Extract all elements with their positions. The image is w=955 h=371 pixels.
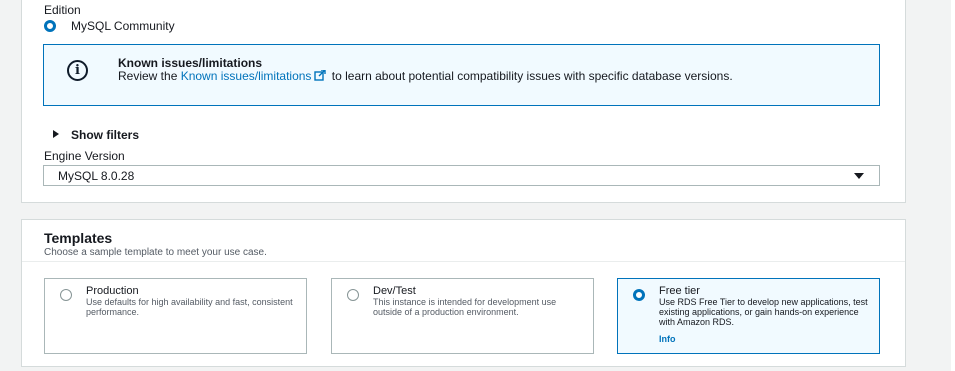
engine-version-label: Engine Version (44, 149, 125, 163)
template-radio-free-tier[interactable] (633, 289, 645, 301)
templates-panel: Templates Choose a sample template to me… (21, 219, 906, 367)
template-title: Dev/Test (373, 285, 416, 297)
template-title: Production (86, 285, 139, 297)
edition-label: Edition (44, 3, 81, 17)
edition-option-label[interactable]: MySQL Community (71, 19, 175, 33)
template-description: Use RDS Free Tier to develop new applica… (659, 297, 868, 327)
engine-options-panel: Edition MySQL Community i Known issues/l… (21, 0, 906, 203)
alert-title: Known issues/limitations (118, 56, 263, 70)
engine-version-select[interactable]: MySQL 8.0.28 (43, 165, 880, 186)
caret-down-icon (854, 173, 864, 179)
template-title: Free tier (659, 285, 700, 297)
external-link-icon[interactable] (314, 70, 327, 81)
template-tile-production[interactable]: Production Use defaults for high availab… (44, 278, 307, 354)
caret-right-icon (53, 130, 59, 138)
alert-body-prefix: Review the (118, 69, 181, 83)
template-radio-production[interactable] (60, 289, 72, 301)
template-description: Use defaults for high availability and f… (86, 297, 293, 317)
known-issues-link[interactable]: Known issues/limitations (181, 69, 312, 83)
edition-radio-mysql-community[interactable] (44, 20, 56, 32)
templates-description: Choose a sample template to meet your us… (44, 247, 267, 258)
known-issues-alert: i Known issues/limitations Review the Kn… (43, 44, 880, 106)
template-description: This instance is intended for developmen… (373, 297, 557, 317)
scrollbar-track[interactable] (951, 0, 955, 371)
engine-version-value: MySQL 8.0.28 (58, 169, 135, 183)
templates-header: Templates Choose a sample template to me… (22, 220, 905, 262)
info-icon: i (67, 60, 88, 81)
template-tile-dev-test[interactable]: Dev/Test This instance is intended for d… (331, 278, 594, 354)
info-link[interactable]: Info (659, 334, 676, 344)
alert-body: Review the Known issues/limitations to l… (118, 69, 848, 83)
show-filters-label: Show filters (71, 128, 140, 142)
alert-body-suffix: to learn about potential compatibility i… (328, 69, 733, 83)
template-radio-dev-test[interactable] (347, 289, 359, 301)
template-tile-free-tier[interactable]: Free tier Use RDS Free Tier to develop n… (617, 278, 880, 354)
templates-title: Templates (44, 230, 113, 246)
show-filters-toggle[interactable]: Show filters (53, 128, 139, 142)
